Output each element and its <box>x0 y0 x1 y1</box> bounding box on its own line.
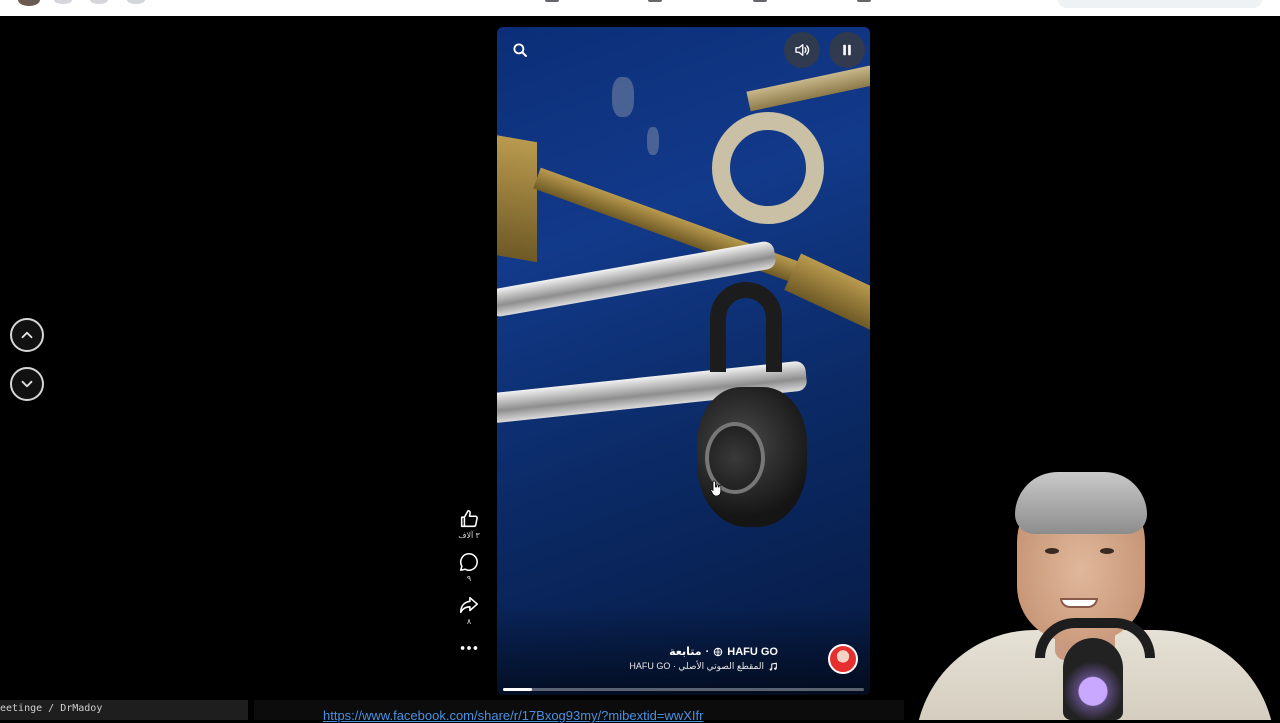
video-progress-fill <box>503 688 532 691</box>
hand-cursor-icon <box>710 480 722 496</box>
separator-dot: · <box>705 645 710 658</box>
author-avatar[interactable] <box>828 644 858 674</box>
brass-corner <box>497 131 537 263</box>
reel-actions: ٣ آلاف ٩ ٨ <box>452 508 486 669</box>
comment-icon <box>459 552 478 572</box>
share-link[interactable]: https://www.facebook.com/share/r/17Bxog9… <box>323 708 703 723</box>
chevron-up-icon <box>21 331 33 339</box>
audio-label: HAFU GO · المقطع الصوتي الأصلي <box>629 661 764 671</box>
paint-chip <box>612 77 634 117</box>
terminal-status-text: eetinge / DrMadoy <box>0 700 248 720</box>
share-icon <box>459 596 479 614</box>
presenter-mouth <box>1060 598 1098 608</box>
video-progress-bar[interactable] <box>503 688 864 691</box>
pause-button[interactable] <box>829 32 865 68</box>
like-button[interactable]: ٣ آلاف <box>452 508 486 541</box>
marketplace-nav-icon[interactable] <box>753 0 767 2</box>
author-line: متابعة · HAFU GO <box>669 645 778 659</box>
notifications-icon[interactable] <box>90 0 108 4</box>
padlock-shackle <box>710 282 782 372</box>
groups-nav-icon[interactable] <box>857 0 871 2</box>
volume-icon <box>795 44 810 56</box>
messenger-icon[interactable] <box>54 0 72 4</box>
video-search-button[interactable] <box>502 32 538 68</box>
search-bar[interactable] <box>1058 0 1262 8</box>
profile-avatar[interactable] <box>18 0 40 6</box>
presenter-eye <box>1100 548 1114 554</box>
hasp-ring <box>712 112 824 224</box>
author-name[interactable]: HAFU GO <box>727 646 778 658</box>
follow-button[interactable]: متابعة <box>669 645 701 658</box>
brass-strap <box>784 253 870 341</box>
trunk-edge <box>746 62 870 112</box>
home-nav-icon[interactable] <box>545 0 559 2</box>
globe-icon <box>714 647 723 656</box>
pause-icon <box>843 44 851 56</box>
reel-video-player[interactable] <box>497 27 870 695</box>
microphone <box>1063 638 1123 720</box>
comment-button[interactable]: ٩ <box>452 551 486 584</box>
audio-line[interactable]: HAFU GO · المقطع الصوتي الأصلي <box>629 661 778 672</box>
menu-grid-icon[interactable] <box>127 0 145 4</box>
paint-chip <box>647 127 659 155</box>
next-reel-button[interactable] <box>10 367 44 401</box>
chevron-down-icon <box>21 380 33 388</box>
comment-count: ٩ <box>466 574 472 583</box>
share-button[interactable]: ٨ <box>452 594 486 627</box>
video-nav-icon[interactable] <box>648 0 662 2</box>
more-icon <box>460 646 478 650</box>
presenter-eye <box>1045 548 1059 554</box>
search-icon <box>513 43 527 57</box>
volume-button[interactable] <box>784 32 820 68</box>
share-count: ٨ <box>466 617 472 626</box>
previous-reel-button[interactable] <box>10 318 44 352</box>
like-count: ٣ آلاف <box>458 531 480 540</box>
like-icon <box>460 509 478 528</box>
more-options-button[interactable] <box>452 637 486 659</box>
webcam-overlay <box>905 470 1280 720</box>
presenter-hair <box>1015 472 1147 534</box>
music-note-icon <box>769 662 777 671</box>
top-navigation-bar <box>0 0 1280 16</box>
